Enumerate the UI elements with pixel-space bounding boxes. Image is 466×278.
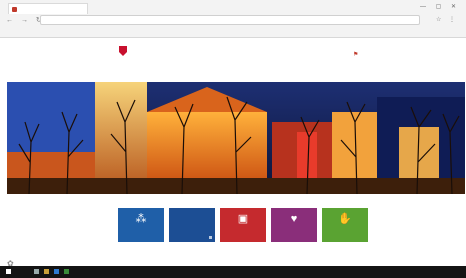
header-flag-icon[interactable]: ⚑: [353, 51, 358, 58]
browser-icon[interactable]: [54, 269, 59, 274]
favicon-icon: [12, 7, 17, 12]
tile-corner-icon: [209, 236, 212, 239]
browser-chrome: — ▢ ✕ ← → ↻ ☆ ⋮: [0, 0, 466, 38]
tile-hand[interactable]: ✋: [322, 208, 368, 242]
tile-calendar[interactable]: ▣: [220, 208, 266, 242]
browser-tab[interactable]: [8, 3, 88, 14]
tile-heart[interactable]: ♥: [271, 208, 317, 242]
shield-logo-icon[interactable]: [119, 46, 127, 56]
hero-photo: [7, 82, 465, 194]
calendar-icon: ▣: [237, 213, 249, 225]
hero-image: [7, 82, 465, 194]
taskbar: [0, 266, 466, 278]
site-header: ⚑: [0, 38, 466, 82]
address-bar[interactable]: [40, 15, 420, 25]
search-icon[interactable]: [34, 269, 39, 274]
folder-icon[interactable]: [44, 269, 49, 274]
tile-document[interactable]: [169, 208, 215, 242]
app-icon[interactable]: [64, 269, 69, 274]
heart-icon: ♥: [290, 213, 298, 225]
browser-nav-buttons[interactable]: ← → ↻: [6, 16, 45, 24]
browser-menu-icons[interactable]: ☆ ⋮: [436, 16, 458, 23]
window-controls[interactable]: — ▢ ✕: [420, 3, 460, 10]
network-icon: ⁂: [135, 213, 147, 225]
hand-icon: ✋: [338, 213, 352, 225]
tile-network[interactable]: ⁂: [118, 208, 164, 242]
quick-link-tiles: ⁂ ▣ ♥ ✋: [118, 208, 368, 242]
start-icon[interactable]: [6, 269, 11, 274]
